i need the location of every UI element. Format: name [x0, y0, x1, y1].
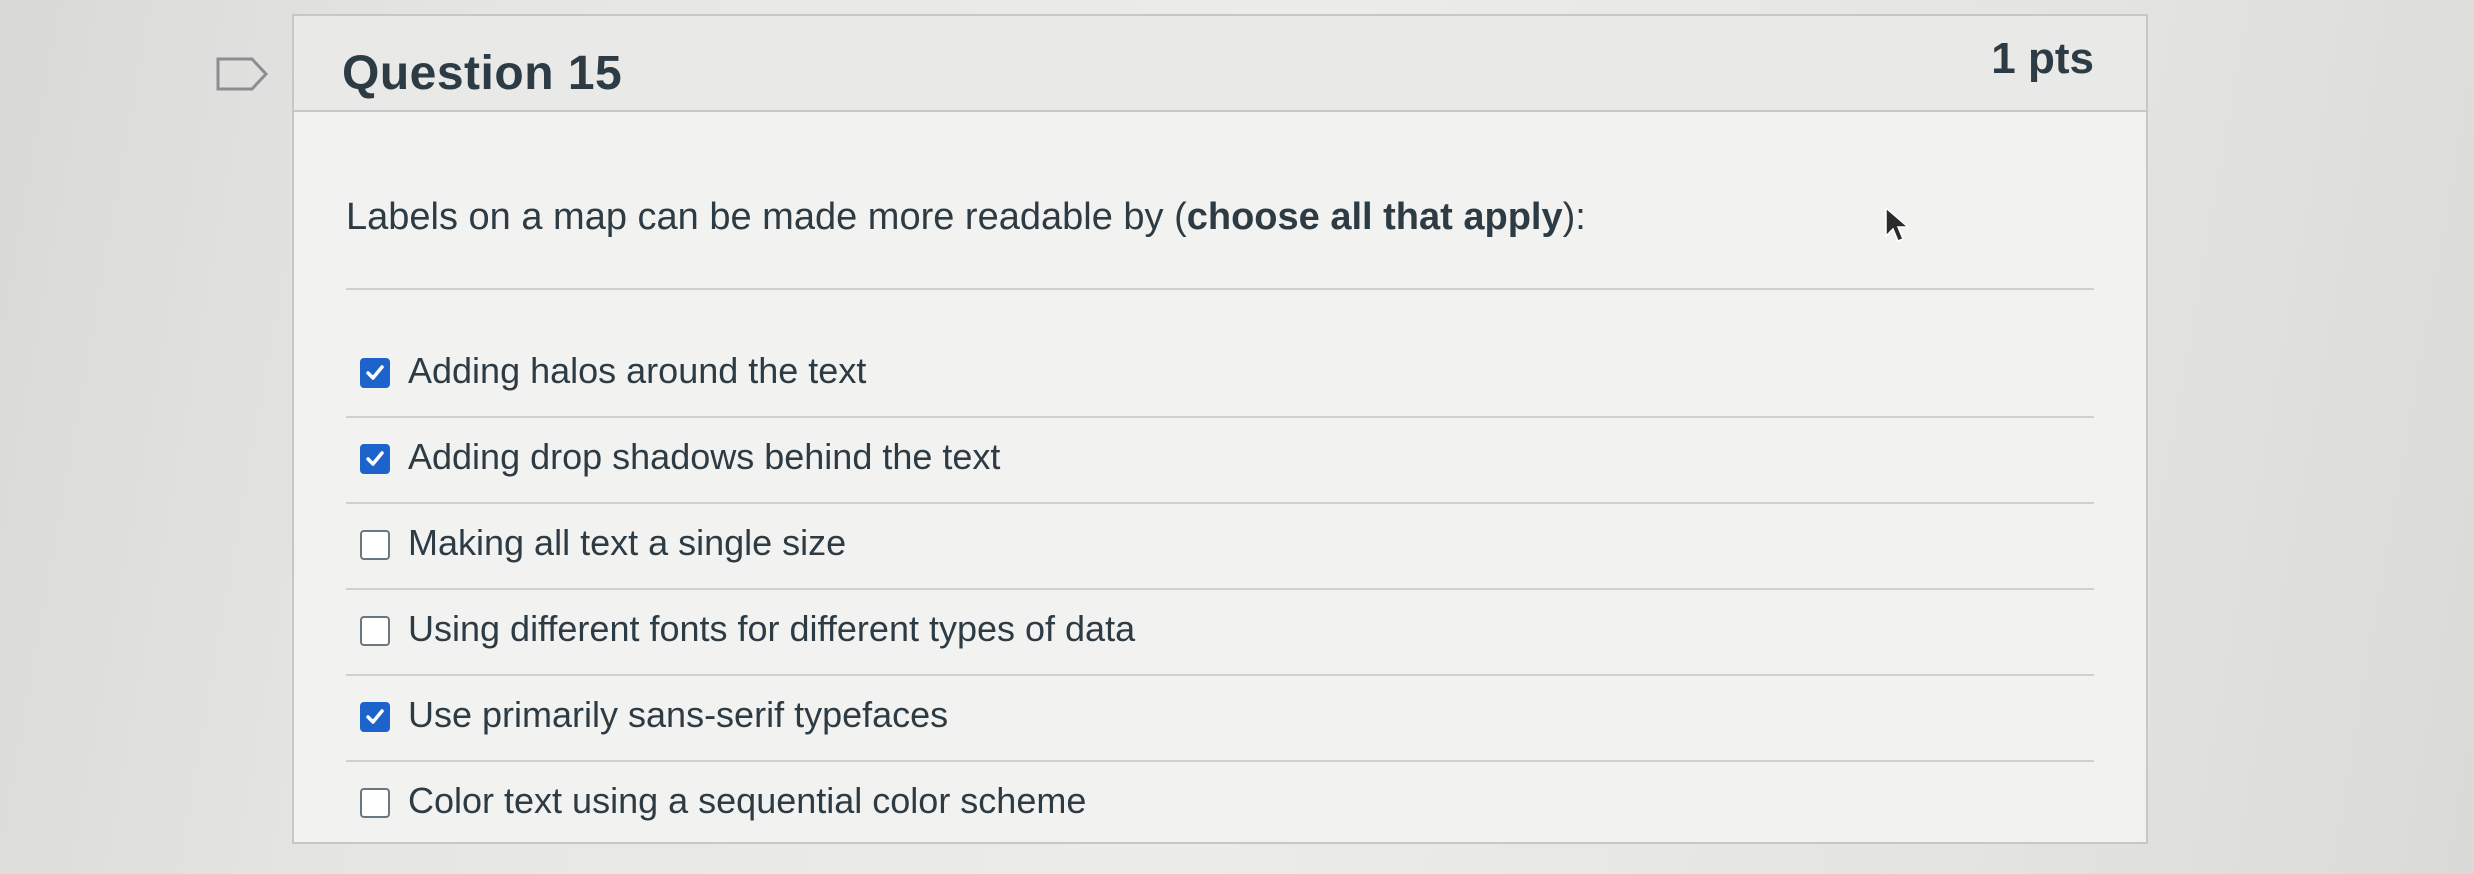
answer-checkbox[interactable]: [360, 616, 390, 646]
answer-label[interactable]: Color text using a sequential color sche…: [408, 780, 1086, 822]
answer-option[interactable]: Use primarily sans-serif typefaces: [346, 676, 2094, 762]
answer-label[interactable]: Adding drop shadows behind the text: [408, 436, 1000, 478]
answer-option[interactable]: Making all text a single size: [346, 504, 2094, 590]
answer-checkbox[interactable]: [360, 358, 390, 388]
check-icon: [366, 365, 384, 380]
answer-option[interactable]: Color text using a sequential color sche…: [346, 762, 2094, 848]
answer-label[interactable]: Adding halos around the text: [408, 350, 866, 392]
question-header: Question 15 1 pts: [294, 16, 2146, 112]
answer-checkbox[interactable]: [360, 788, 390, 818]
answer-option[interactable]: Adding halos around the text: [346, 332, 2094, 418]
answer-list: Adding halos around the text Adding drop…: [346, 332, 2094, 848]
prompt-text-start: Labels on a map can be made more readabl…: [346, 196, 1187, 238]
question-title: Question 15: [342, 47, 623, 100]
prompt-text-end: ):: [1562, 196, 1586, 238]
answer-checkbox[interactable]: [360, 702, 390, 732]
answer-label[interactable]: Use primarily sans-serif typefaces: [408, 694, 948, 736]
check-icon: [366, 451, 384, 466]
question-prompt: Labels on a map can be made more readabl…: [346, 196, 2086, 239]
prompt-text-bold: choose all that apply: [1186, 196, 1563, 238]
answer-option[interactable]: Using different fonts for different type…: [346, 590, 2094, 676]
check-icon: [366, 709, 384, 724]
answer-checkbox[interactable]: [360, 530, 390, 560]
answer-option[interactable]: Adding drop shadows behind the text: [346, 418, 2094, 504]
answer-label[interactable]: Using different fonts for different type…: [408, 608, 1135, 650]
prompt-divider: [346, 288, 2094, 290]
answer-label[interactable]: Making all text a single size: [408, 522, 846, 564]
flag-icon[interactable]: [214, 56, 270, 92]
answer-checkbox[interactable]: [360, 444, 390, 474]
question-points: 1 pts: [1991, 34, 2094, 83]
cursor-icon: [1885, 206, 1910, 242]
question-card: Question 15 1 pts Labels on a map can be…: [292, 14, 2148, 844]
